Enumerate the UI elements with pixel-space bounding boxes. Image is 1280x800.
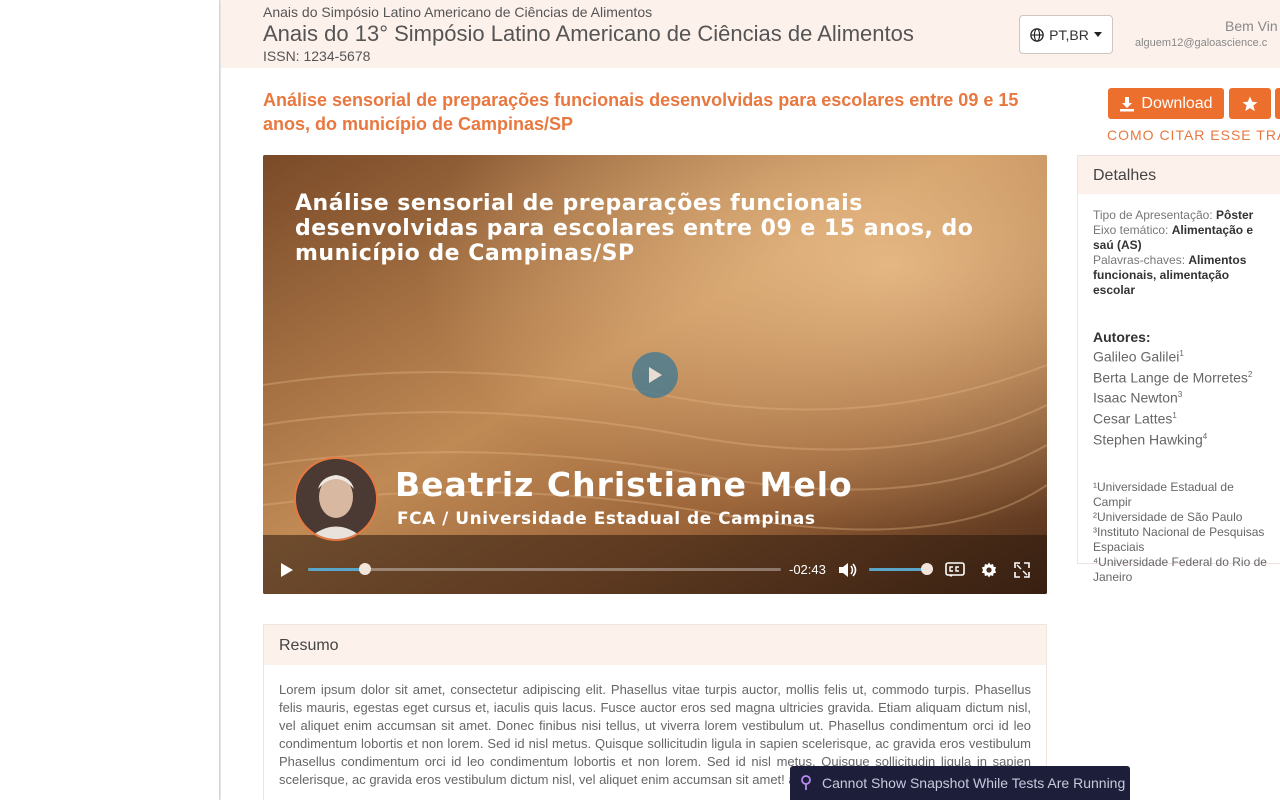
volume-handle[interactable] [920, 563, 933, 575]
captions-icon [945, 562, 965, 577]
affiliation-item: ³Instituto Nacional de Pesquisas Espacia… [1093, 525, 1265, 555]
affiliation-item: ²Universidade de São Paulo [1093, 510, 1243, 525]
side-pane [0, 0, 220, 800]
event-header: Anais do Simpósio Latino Americano de Ci… [221, 0, 1280, 68]
video-title: Análise sensorial de preparações funcion… [295, 191, 974, 266]
volume-slider[interactable] [869, 563, 933, 575]
author-item[interactable]: Isaac Newton3 [1093, 386, 1271, 407]
globe-icon [1030, 27, 1044, 42]
author-item[interactable]: Berta Lange de Morretes2 [1093, 366, 1271, 387]
speaker-name: Beatriz Christiane Melo [395, 465, 853, 504]
speaker-institution: FCA / Universidade Estadual de Campinas [397, 509, 816, 529]
more-button[interactable] [1275, 88, 1280, 119]
author-item[interactable]: Stephen Hawking4 [1093, 428, 1271, 449]
keywords: Palavras-chaves: Alimentos funcionais, a… [1093, 253, 1247, 297]
toast-message: Cannot Show Snapshot While Tests Are Run… [822, 775, 1126, 791]
play-button[interactable] [277, 559, 297, 581]
user-greeting: Bem Vin [1225, 18, 1278, 34]
event-name-small: Anais do Simpósio Latino Americano de Ci… [263, 4, 653, 20]
video-controls: -02:43 [263, 555, 1047, 585]
caret-down-icon [1093, 31, 1102, 37]
mute-button[interactable] [837, 559, 859, 581]
presentation-type: Tipo de Apresentação: Pôster [1093, 208, 1254, 222]
details-heading: Detalhes [1078, 156, 1280, 194]
settings-button[interactable] [978, 559, 1000, 581]
abstract-heading: Resumo [264, 625, 1046, 665]
download-icon [1120, 96, 1135, 111]
download-label: Download [1141, 94, 1213, 112]
snapshot-toast: Cannot Show Snapshot While Tests Are Run… [790, 766, 1130, 800]
cite-link[interactable]: COMO CITAR ESSE TRABA [1107, 127, 1280, 143]
big-play-button[interactable] [632, 352, 678, 398]
gear-icon [981, 562, 997, 578]
affiliations: ¹Universidade Estadual de Campir ²Univer… [1093, 480, 1271, 585]
favorite-button[interactable] [1229, 88, 1271, 119]
issn-text: ISSN: 1234-5678 [263, 48, 371, 64]
progress-bar[interactable] [308, 563, 781, 575]
affiliation-item: ¹Universidade Estadual de Campir [1093, 480, 1234, 510]
details-body: Tipo de Apresentação: Pôster Eixo temáti… [1078, 194, 1280, 599]
author-item[interactable]: Cesar Lattes1 [1093, 407, 1271, 428]
fullscreen-button[interactable] [1011, 559, 1033, 581]
video-player[interactable]: Análise sensorial de preparações funcion… [263, 155, 1047, 594]
fullscreen-icon [1014, 562, 1030, 578]
language-selector[interactable]: PT,BR [1019, 15, 1113, 54]
progress-fill [308, 568, 365, 571]
star-icon [1242, 96, 1258, 111]
thematic-axis: Eixo temático: Alimentação e saú (AS) [1093, 223, 1254, 252]
play-icon [649, 367, 662, 383]
volume-fill [869, 568, 927, 571]
play-icon [281, 563, 293, 577]
affiliation-item: ⁴Universidade Federal do Rio de Janeiro [1093, 555, 1267, 585]
captions-button[interactable] [944, 559, 966, 581]
event-title: Anais do 13° Simpósio Latino Americano d… [263, 21, 914, 46]
time-remaining: -02:43 [789, 562, 826, 577]
speaker-avatar [294, 457, 378, 541]
progress-handle[interactable] [358, 563, 371, 575]
details-panel: Detalhes Tipo de Apresentação: Pôster Ei… [1077, 155, 1280, 584]
download-button[interactable]: Download [1108, 88, 1224, 119]
authors-label: Autores: [1093, 329, 1151, 345]
main-content: Anais do Simpósio Latino Americano de Ci… [221, 0, 1280, 800]
volume-icon [839, 563, 857, 577]
paper-title: Análise sensorial de preparações funcion… [263, 90, 1019, 134]
author-item[interactable]: Galileo Galilei1 [1093, 345, 1271, 366]
language-label: PT,BR [1049, 26, 1089, 43]
pin-icon [801, 775, 811, 790]
user-email[interactable]: alguem12@galoascience.c [1135, 37, 1267, 49]
